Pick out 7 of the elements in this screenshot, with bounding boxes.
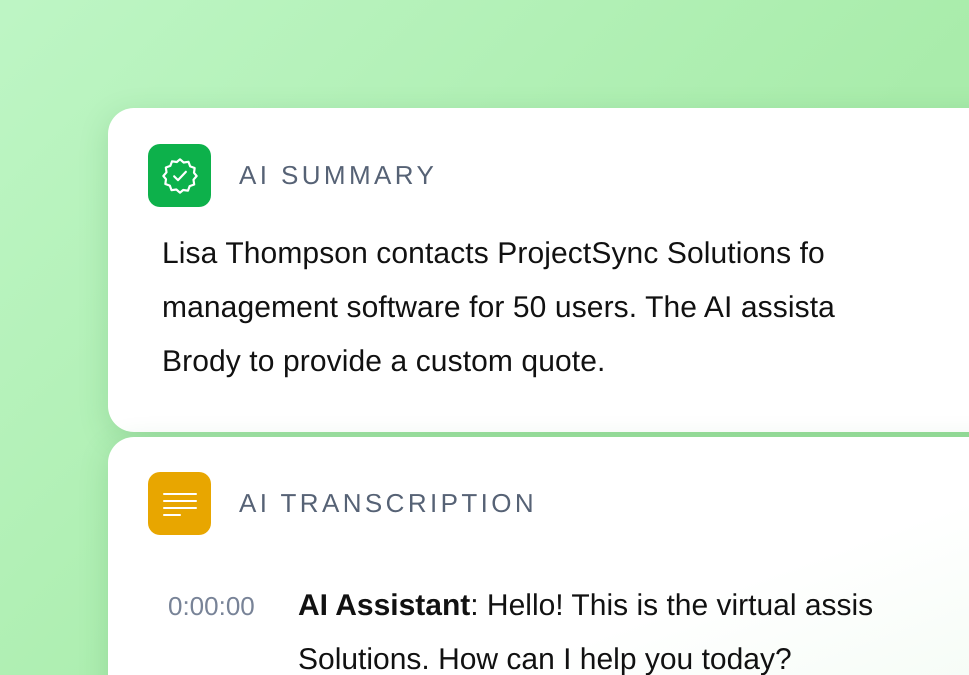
text-lines-icon [148,472,211,535]
badge-check-icon [148,144,211,207]
section-title: AI SUMMARY [239,160,438,191]
transcript-text: AI Assistant: Hello! This is the virtual assis Solutions. How can I help you today? [298,588,874,675]
summary-text: Lisa Thompson contacts ProjectSync Solutions fo management software for 50 users. The AI assista Brody to provide a custom quote. [162,236,836,380]
timestamp: 0:00:00 [168,590,256,623]
section-title: AI TRANSCRIPTION [239,488,538,519]
